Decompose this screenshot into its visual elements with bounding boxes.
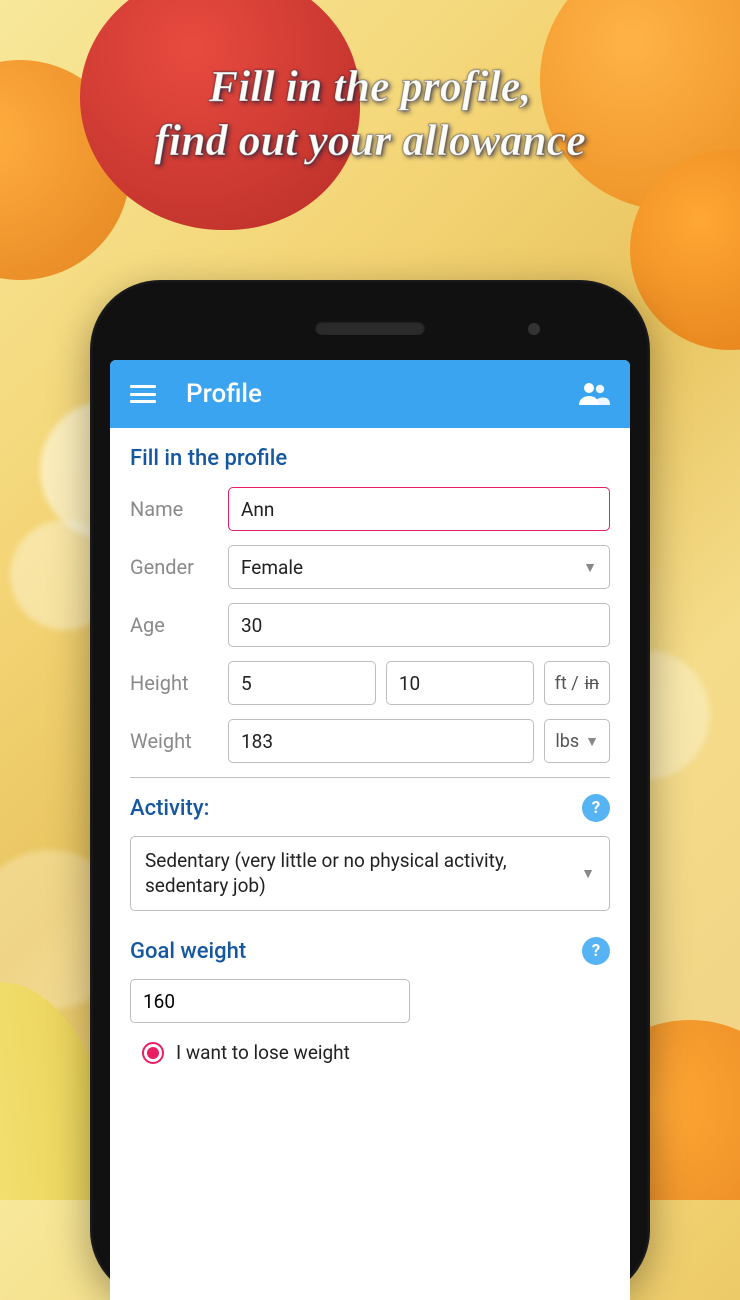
height-unit-in: in [585, 673, 599, 694]
height-unit-ft: ft / [555, 673, 579, 694]
lose-weight-label: I want to lose weight [176, 1041, 350, 1064]
promo-headline: Fill in the profile, find out your allow… [0, 60, 740, 167]
weight-input[interactable]: 183 [228, 719, 534, 763]
goal-weight-input[interactable]: 160 [130, 979, 410, 1023]
section-title-goal: Goal weight [130, 939, 246, 964]
height-feet-value: 5 [241, 672, 252, 695]
weight-label: Weight [130, 729, 218, 753]
height-label: Height [130, 671, 218, 695]
weight-value: 183 [241, 730, 273, 753]
age-row: Age 30 [130, 603, 610, 647]
form-content: Fill in the profile Name Ann Gender Fema… [110, 428, 630, 1300]
goal-weight-value: 160 [143, 990, 175, 1013]
radio-icon [142, 1042, 164, 1064]
age-label: Age [130, 613, 218, 637]
weight-unit-select[interactable]: lbs ▼ [544, 719, 610, 763]
activity-header: Activity: ? [130, 794, 610, 822]
page-title: Profile [186, 379, 578, 409]
app-bar: Profile [110, 360, 630, 428]
goal-header: Goal weight ? [130, 937, 610, 965]
divider [130, 777, 610, 778]
name-row: Name Ann [130, 487, 610, 531]
weight-row: Weight 183 lbs ▼ [130, 719, 610, 763]
weight-unit-value: lbs [555, 731, 579, 752]
gender-label: Gender [130, 555, 218, 579]
gender-value: Female [241, 556, 303, 579]
age-input[interactable]: 30 [228, 603, 610, 647]
profiles-icon[interactable] [578, 381, 610, 407]
height-unit-toggle[interactable]: ft / in [544, 661, 610, 705]
age-value: 30 [241, 614, 262, 637]
promo-line-1: Fill in the profile, [209, 62, 532, 111]
gender-row: Gender Female ▼ [130, 545, 610, 589]
chevron-down-icon: ▼ [585, 733, 599, 750]
help-icon[interactable]: ? [582, 794, 610, 822]
app-screen: Profile Fill in the profile Name Ann Gen… [110, 360, 630, 1300]
phone-frame: Profile Fill in the profile Name Ann Gen… [90, 280, 650, 1300]
section-title-activity: Activity: [130, 796, 209, 821]
phone-camera [528, 323, 540, 335]
phone-speaker [315, 321, 425, 335]
promo-line-2: find out your allowance [154, 116, 586, 165]
chevron-down-icon: ▼ [583, 559, 597, 576]
name-value: Ann [241, 498, 274, 521]
height-feet-input[interactable]: 5 [228, 661, 376, 705]
chevron-down-icon: ▼ [581, 865, 595, 882]
section-title-profile: Fill in the profile [130, 446, 610, 471]
lose-weight-radio[interactable]: I want to lose weight [130, 1041, 610, 1064]
gender-select[interactable]: Female ▼ [228, 545, 610, 589]
help-icon[interactable]: ? [582, 937, 610, 965]
height-inches-value: 10 [399, 672, 420, 695]
height-inches-input[interactable]: 10 [386, 661, 534, 705]
activity-value: Sedentary (very little or no physical ac… [145, 849, 569, 898]
name-input[interactable]: Ann [228, 487, 610, 531]
name-label: Name [130, 497, 218, 521]
height-row: Height 5 10 ft / in [130, 661, 610, 705]
menu-icon[interactable] [130, 385, 156, 403]
activity-select[interactable]: Sedentary (very little or no physical ac… [130, 836, 610, 911]
